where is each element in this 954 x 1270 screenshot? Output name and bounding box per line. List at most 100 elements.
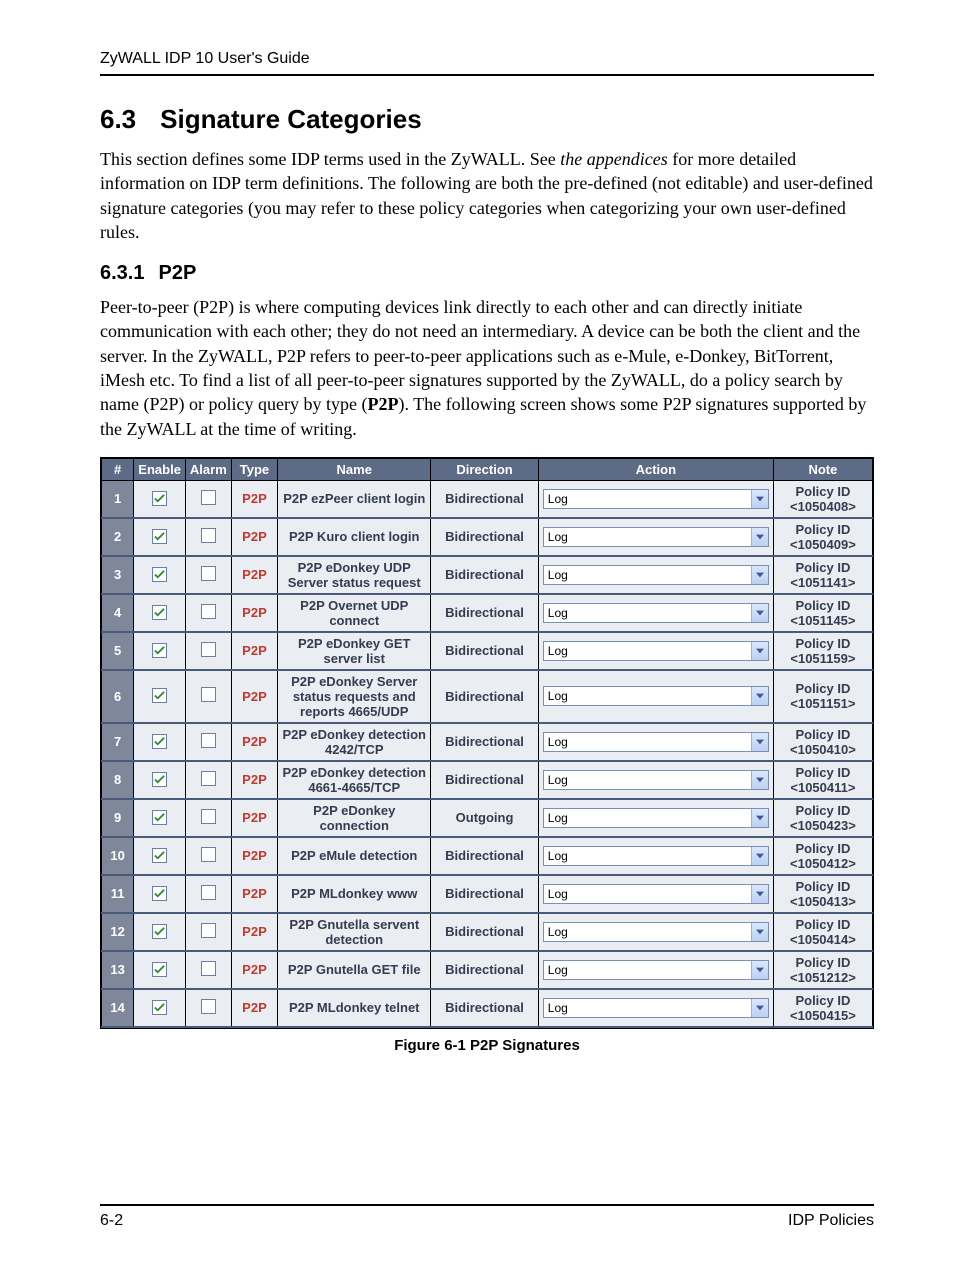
action-cell: Log [538,518,773,556]
enable-checkbox[interactable] [152,567,167,582]
type-cell: P2P [231,837,277,875]
row-number: 2 [102,518,134,556]
action-select[interactable]: Log [543,603,769,623]
action-select[interactable]: Log [543,884,769,904]
type-cell: P2P [231,989,277,1027]
table-row: 8P2PP2P eDonkey detection 4661-4665/TCPB… [102,761,873,799]
action-select[interactable]: Log [543,686,769,706]
action-select-value: Log [544,689,751,703]
alarm-cell [185,594,231,632]
row-number: 4 [102,594,134,632]
action-select[interactable]: Log [543,960,769,980]
action-select-value: Log [544,568,751,582]
type-cell: P2P [231,951,277,989]
type-cell: P2P [231,875,277,913]
alarm-checkbox[interactable] [201,490,216,505]
col-note: Note [773,458,872,480]
row-number: 7 [102,723,134,761]
section-title: Signature Categories [160,104,422,134]
alarm-checkbox[interactable] [201,809,216,824]
direction-cell: Bidirectional [431,594,538,632]
note-cell: Policy ID<1050408> [773,480,872,518]
action-select[interactable]: Log [543,527,769,547]
enable-checkbox[interactable] [152,1000,167,1015]
action-select[interactable]: Log [543,489,769,509]
note-cell: Policy ID<1050409> [773,518,872,556]
note-cell: Policy ID<1050413> [773,875,872,913]
enable-checkbox[interactable] [152,924,167,939]
enable-cell [134,837,186,875]
action-select[interactable]: Log [543,641,769,661]
alarm-cell [185,480,231,518]
action-select[interactable]: Log [543,565,769,585]
enable-checkbox[interactable] [152,605,167,620]
alarm-checkbox[interactable] [201,687,216,702]
chevron-down-icon [751,642,768,660]
action-cell: Log [538,632,773,670]
action-cell: Log [538,670,773,723]
col-alarm: Alarm [185,458,231,480]
alarm-cell [185,951,231,989]
direction-cell: Bidirectional [431,951,538,989]
action-select[interactable]: Log [543,998,769,1018]
alarm-checkbox[interactable] [201,999,216,1014]
action-select[interactable]: Log [543,922,769,942]
table-row: 4P2PP2P Overnet UDP connectBidirectional… [102,594,873,632]
alarm-cell [185,989,231,1027]
direction-cell: Bidirectional [431,989,538,1027]
enable-cell [134,913,186,951]
action-select-value: Log [544,530,751,544]
action-select-value: Log [544,849,751,863]
action-select-value: Log [544,887,751,901]
type-cell: P2P [231,723,277,761]
alarm-checkbox[interactable] [201,604,216,619]
alarm-checkbox[interactable] [201,771,216,786]
enable-cell [134,556,186,594]
footer-chapter: IDP Policies [788,1212,874,1230]
table-header-row: # Enable Alarm Type Name Direction Actio… [102,458,873,480]
alarm-checkbox[interactable] [201,847,216,862]
name-cell: P2P ezPeer client login [278,480,431,518]
enable-checkbox[interactable] [152,886,167,901]
enable-checkbox[interactable] [152,643,167,658]
enable-checkbox[interactable] [152,688,167,703]
enable-cell [134,594,186,632]
alarm-checkbox[interactable] [201,885,216,900]
action-select[interactable]: Log [543,770,769,790]
alarm-checkbox[interactable] [201,566,216,581]
enable-checkbox[interactable] [152,529,167,544]
direction-cell: Bidirectional [431,670,538,723]
table-row: 2P2PP2P Kuro client loginBidirectionalLo… [102,518,873,556]
alarm-cell [185,632,231,670]
action-select[interactable]: Log [543,732,769,752]
action-cell: Log [538,594,773,632]
name-cell: P2P eDonkey detection 4242/TCP [278,723,431,761]
table-row: 10P2PP2P eMule detectionBidirectionalLog… [102,837,873,875]
enable-checkbox[interactable] [152,772,167,787]
enable-checkbox[interactable] [152,491,167,506]
intro-text-1: This section defines some IDP terms used… [100,149,560,169]
alarm-cell [185,556,231,594]
alarm-checkbox[interactable] [201,642,216,657]
name-cell: P2P Gnutella GET file [278,951,431,989]
action-select[interactable]: Log [543,808,769,828]
alarm-checkbox[interactable] [201,528,216,543]
alarm-checkbox[interactable] [201,923,216,938]
type-cell: P2P [231,480,277,518]
chevron-down-icon [751,687,768,705]
direction-cell: Bidirectional [431,556,538,594]
enable-checkbox[interactable] [152,810,167,825]
name-cell: P2P eDonkey UDP Server status request [278,556,431,594]
col-type: Type [231,458,277,480]
enable-checkbox[interactable] [152,848,167,863]
enable-checkbox[interactable] [152,734,167,749]
note-cell: Policy ID<1051145> [773,594,872,632]
action-select[interactable]: Log [543,846,769,866]
enable-checkbox[interactable] [152,962,167,977]
table-row: 9P2PP2P eDonkey connectionOutgoingLogPol… [102,799,873,837]
alarm-checkbox[interactable] [201,961,216,976]
alarm-checkbox[interactable] [201,733,216,748]
note-cell: Policy ID<1050423> [773,799,872,837]
action-select-value: Log [544,735,751,749]
action-cell: Log [538,556,773,594]
